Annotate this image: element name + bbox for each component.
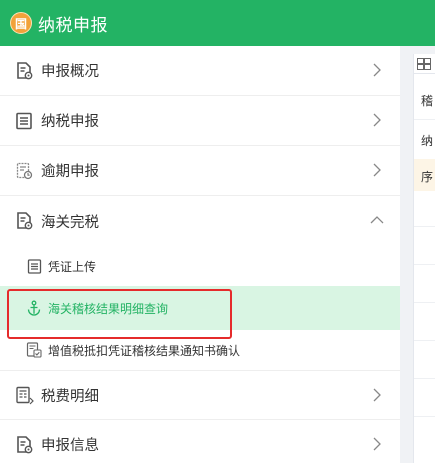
content-panel: 稽 纳 序 (400, 46, 435, 463)
sidebar-item-overdue-declaration[interactable]: 逾期申报 (0, 146, 400, 196)
divider (414, 302, 435, 303)
sidebar-subitem-label: 增值税抵扣凭证稽核结果通知书确认 (48, 343, 241, 358)
sidebar-item-declaration-info[interactable]: 申报信息 (0, 420, 400, 463)
list-document-icon (14, 111, 34, 131)
divider (414, 226, 435, 227)
sidebar-subitem-customs-audit-detail-query[interactable]: 海关稽核结果明细查询 (0, 286, 400, 330)
divider (414, 119, 435, 120)
table-row-fragment: 序 (421, 170, 434, 184)
clock-document-icon (14, 161, 34, 181)
sidebar-subitem-voucher-upload[interactable]: 凭证上传 (0, 246, 400, 286)
app-header: 国 纳税申报 (0, 0, 435, 46)
app-title: 纳税申报 (38, 15, 108, 36)
sidebar-subitem-label: 凭证上传 (48, 259, 97, 274)
divider (414, 264, 435, 265)
sidebar-item-declaration-overview[interactable]: 申报概况 (0, 46, 400, 96)
document-gear-icon (14, 61, 34, 81)
sidebar-subitem-vat-audit-notice-confirm[interactable]: 增值税抵扣凭证稽核结果通知书确认 (0, 330, 400, 370)
calculator-document-icon (14, 385, 34, 405)
table-header-fragment: 纳 (421, 134, 434, 148)
document-gear-icon (14, 435, 34, 455)
chevron-right-icon (373, 63, 381, 77)
sidebar-item-tax-fee-details[interactable]: 税费明细 (0, 370, 400, 420)
chevron-up-icon (370, 216, 384, 224)
sidebar-item-label: 逾期申报 (41, 164, 99, 180)
divider (414, 416, 435, 417)
document-gear-icon (14, 211, 34, 231)
grid-view-tab[interactable] (414, 54, 435, 74)
sidebar-item-label: 纳税申报 (41, 114, 99, 130)
sidebar-subitem-label: 海关稽核结果明细查询 (48, 301, 169, 316)
sidebar-item-tax-declaration[interactable]: 纳税申报 (0, 96, 400, 146)
sidebar-item-label: 海关完税 (41, 214, 99, 231)
chevron-right-icon (373, 437, 381, 451)
sidebar-item-customs-tax-payment[interactable]: 海关完税 (0, 196, 400, 246)
chevron-right-icon (373, 163, 381, 177)
sidebar-item-label: 申报概况 (41, 64, 99, 80)
chevron-right-icon (373, 388, 381, 402)
sidebar: 申报概况 纳税申报 逾期申报 海关完税 凭证上传 海关稽核结果明细查询 增值税抵… (0, 46, 400, 463)
sidebar-item-label: 申报信息 (41, 438, 99, 454)
content-card: 稽 纳 序 (413, 54, 435, 463)
sidebar-item-label: 税费明细 (41, 388, 99, 405)
chevron-right-icon (373, 113, 381, 127)
app-logo: 国 (10, 12, 32, 34)
grid-icon (417, 57, 431, 70)
divider (414, 378, 435, 379)
checklist-document-icon (26, 342, 42, 358)
divider (414, 340, 435, 341)
content-title-fragment: 稽 (421, 94, 434, 108)
list-document-icon (26, 258, 42, 274)
anchor-icon (26, 300, 42, 316)
